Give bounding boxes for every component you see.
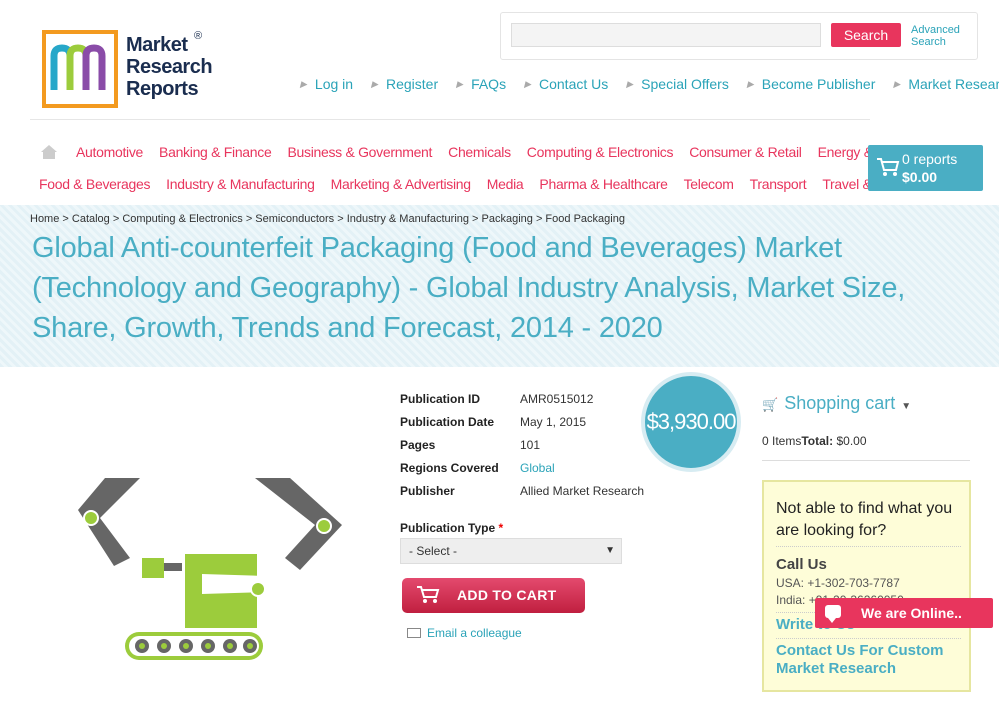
category-computing[interactable]: Computing & Electronics (527, 144, 674, 160)
category-nav-row-2: Food & Beverages Industry & Manufacturin… (39, 176, 935, 192)
caret-down-icon: ▼ (605, 545, 615, 556)
category-chemicals[interactable]: Chemicals (448, 144, 511, 160)
search-button[interactable]: Search (831, 23, 901, 47)
category-business[interactable]: Business & Government (287, 144, 432, 160)
chat-online-button[interactable]: We are Online.. (815, 598, 993, 628)
category-banking[interactable]: Banking & Finance (159, 144, 272, 160)
arrow-icon: ▶ (746, 78, 754, 89)
header-cart[interactable]: 0 reports $0.00 (868, 145, 983, 191)
search-box: Search Advanced Search (500, 12, 978, 60)
region-link[interactable]: Global (520, 461, 555, 475)
breadcrumb[interactable]: Home > Catalog > Computing & Electronics… (30, 213, 625, 225)
top-link-blog[interactable]: ▶Market Research Blog (893, 76, 999, 92)
page-title: Global Anti-counterfeit Packaging (Food … (32, 232, 906, 344)
help-box: Not able to find what you are looking fo… (762, 480, 971, 692)
top-links: ▶ Log in ▶ Register ▶ FAQs ▶ Contact Us ▶ Spe… (300, 76, 999, 92)
product-image (70, 470, 350, 670)
publication-type-label: Publication Type * (400, 521, 504, 535)
arrow-icon: ▶ (456, 78, 464, 89)
envelope-icon (407, 628, 421, 638)
logo-wordmark: Market Research Reports (126, 34, 213, 100)
advanced-search-link[interactable]: Advanced Search (911, 24, 960, 48)
header-divider (30, 119, 870, 120)
cart-icon (416, 578, 440, 613)
publication-type-select[interactable]: - Select - ▼ (400, 538, 622, 564)
category-automotive[interactable]: Automotive (76, 144, 143, 160)
arrow-icon: ▶ (300, 78, 307, 89)
cart-icon (876, 157, 900, 183)
add-to-cart-button[interactable]: ADD TO CART (402, 578, 585, 613)
category-telecom[interactable]: Telecom (684, 176, 734, 192)
arrow-icon: ▶ (893, 78, 901, 89)
cart-report-count: 0 reports (902, 151, 958, 167)
category-pharma[interactable]: Pharma & Healthcare (539, 176, 667, 192)
top-link-contact[interactable]: ▶ Contact Us (524, 76, 608, 92)
cart-summary: 0 ItemsTotal: $0.00 (762, 434, 867, 448)
top-link-publisher[interactable]: ▶ Become Publisher (747, 76, 876, 92)
chat-bubble-icon (825, 605, 841, 623)
category-marketing[interactable]: Marketing & Advertising (331, 176, 471, 192)
help-question: Not able to find what you are looking fo… (776, 500, 953, 539)
caret-down-icon: ▼ (901, 401, 912, 412)
category-industry[interactable]: Industry & Manufacturing (166, 176, 315, 192)
site-logo[interactable]: Market Research Reports ® (42, 30, 232, 110)
custom-research-link[interactable]: Contact Us For Custom Market Research (776, 642, 961, 678)
category-media[interactable]: Media (487, 176, 524, 192)
category-consumer[interactable]: Consumer & Retail (689, 144, 802, 160)
home-icon[interactable] (40, 144, 58, 160)
cart-total: $0.00 (902, 169, 938, 185)
registered-mark: ® (194, 30, 203, 42)
top-link-offers[interactable]: ▶ Special Offers (626, 76, 729, 92)
logo-mark (42, 30, 118, 108)
email-colleague-link[interactable]: Email a colleague (407, 626, 522, 640)
arrow-icon: ▶ (371, 78, 378, 89)
call-us-heading: Call Us (776, 556, 827, 573)
shopping-cart-heading[interactable]: 🛒 Shopping cart ▼ (762, 393, 911, 414)
sidebar-divider (762, 460, 970, 461)
divider (776, 638, 961, 639)
category-food[interactable]: Food & Beverages (39, 176, 150, 192)
arrow-icon: ▶ (626, 78, 634, 89)
price-badge: $3,930.00 (641, 372, 741, 472)
top-link-faqs[interactable]: ▶ FAQs (456, 76, 506, 92)
category-nav-row-1: Automotive Banking & Finance Business & … (40, 144, 935, 160)
top-link-login[interactable]: ▶ Log in (300, 76, 353, 92)
arrow-icon: ▶ (524, 78, 531, 89)
usa-phone: USA: +1-302-703-7787 (776, 576, 900, 590)
search-input[interactable] (511, 23, 821, 47)
category-transport[interactable]: Transport (750, 176, 807, 192)
divider (776, 546, 961, 547)
cart-icon: 🛒 (762, 397, 779, 412)
top-link-register[interactable]: ▶ Register (371, 76, 438, 92)
